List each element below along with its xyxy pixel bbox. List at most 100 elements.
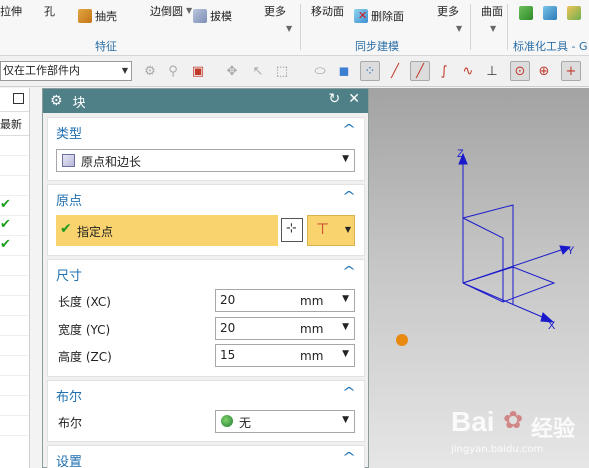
block-dialog: ⚙ 块 ↻ ✕ 类型 ^ 原点和边长 ▼ 原点 ^ ✔ 指定点 ⊹ ⊤ ▼ 尺寸… bbox=[42, 88, 369, 468]
maximize-icon[interactable] bbox=[13, 93, 24, 104]
close-icon[interactable]: ✕ bbox=[348, 91, 360, 107]
filter-icon[interactable]: ⚲ bbox=[163, 61, 183, 81]
snap-icon[interactable]: ⚙ bbox=[140, 61, 160, 81]
type-select[interactable]: 原点和边长 ▼ bbox=[56, 149, 355, 172]
chevron-down-icon[interactable]: ▼ bbox=[456, 24, 462, 33]
snap-points-icon[interactable]: ⁘ bbox=[360, 61, 380, 81]
reset-icon[interactable]: ↻ bbox=[329, 91, 341, 107]
list-item[interactable] bbox=[0, 256, 29, 276]
list-item[interactable] bbox=[0, 176, 29, 196]
spline-snap-icon[interactable]: ∿ bbox=[458, 61, 478, 81]
section-dimensions: 尺寸 ^ 长度 (XC) 20 mm ▼ 宽度 (YC) 20 mm ▼ 高度 … bbox=[47, 259, 365, 377]
section-settings: 设置 ^ bbox=[47, 445, 365, 468]
quadrant-snap-icon[interactable]: ⊕ bbox=[534, 61, 554, 81]
extrude-button[interactable]: 拉伸 bbox=[0, 3, 22, 19]
check-icon: ✔ bbox=[0, 197, 11, 212]
group-label-standard-tools: 标准化工具 - G bbox=[513, 40, 588, 53]
select-region-icon[interactable]: ▣ bbox=[188, 61, 208, 81]
shell-button[interactable]: 抽壳 bbox=[78, 8, 117, 24]
section-header-origin[interactable]: 原点 ^ bbox=[48, 185, 364, 211]
pointer-icon[interactable]: ↖ bbox=[248, 61, 268, 81]
group-label-feature: 特征 bbox=[95, 40, 117, 53]
part-navigator: 最新 ✔ ✔ ✔ bbox=[0, 88, 30, 468]
chevron-down-icon: ▼ bbox=[342, 415, 349, 425]
standard-tool-icon[interactable] bbox=[567, 6, 581, 20]
chevron-up-icon[interactable]: ^ bbox=[342, 450, 356, 464]
chevron-down-icon[interactable]: ▼ bbox=[186, 6, 192, 15]
eraser-icon[interactable]: ⬭ bbox=[310, 61, 330, 81]
standard-tool-icon[interactable] bbox=[543, 6, 557, 20]
origin-point-marker bbox=[396, 334, 408, 346]
section-header-boolean[interactable]: 布尔 ^ bbox=[48, 381, 364, 407]
delete-face-button[interactable]: ✕ 删除面 bbox=[354, 8, 404, 24]
standard-tool-icon[interactable] bbox=[519, 6, 533, 20]
chevron-down-icon: ▼ bbox=[342, 322, 349, 332]
list-item[interactable] bbox=[0, 416, 29, 436]
more-features-button[interactable]: 更多 bbox=[264, 3, 286, 19]
list-item[interactable] bbox=[0, 316, 29, 336]
list-item[interactable]: ✔ bbox=[0, 196, 29, 216]
list-item[interactable] bbox=[0, 136, 29, 156]
column-header-latest[interactable]: 最新 bbox=[0, 112, 29, 136]
hole-button[interactable]: 孔 bbox=[44, 3, 55, 19]
baidu-watermark: Bai ✿ 经验 jingyan.baidu.com bbox=[451, 406, 576, 455]
list-item[interactable] bbox=[0, 296, 29, 316]
gear-icon[interactable]: ⚙ bbox=[50, 93, 63, 109]
chevron-down-icon[interactable]: ▼ bbox=[286, 24, 292, 33]
pick-icon[interactable]: ✥ bbox=[222, 61, 242, 81]
list-item[interactable]: ✔ bbox=[0, 236, 29, 256]
surface-button[interactable]: 曲面 bbox=[481, 3, 503, 19]
paw-icon: ✿ bbox=[503, 406, 524, 434]
chevron-down-icon: ▼ bbox=[344, 225, 351, 234]
width-label: 宽度 (YC) bbox=[58, 323, 111, 337]
section-header-type[interactable]: 类型 ^ bbox=[48, 118, 364, 144]
chevron-up-icon[interactable]: ^ bbox=[342, 189, 356, 203]
draft-icon bbox=[193, 9, 207, 23]
curve-snap-icon[interactable]: ∫ bbox=[434, 61, 454, 81]
list-item[interactable]: ✔ bbox=[0, 216, 29, 236]
chevron-down-icon[interactable]: ▼ bbox=[490, 24, 496, 33]
list-item[interactable] bbox=[0, 156, 29, 176]
dialog-title: 块 bbox=[72, 95, 86, 111]
edge-blend-button[interactable]: 边倒圆 bbox=[150, 3, 183, 19]
specify-point-row[interactable]: ✔ 指定点 bbox=[56, 215, 278, 246]
xy-plane bbox=[462, 266, 556, 303]
y-axis-label: Y bbox=[567, 245, 575, 257]
list-item[interactable] bbox=[0, 396, 29, 416]
block-icon bbox=[62, 154, 75, 167]
shell-icon bbox=[78, 9, 92, 23]
group-label-sync-modeling: 同步建模 bbox=[355, 40, 399, 53]
chevron-up-icon[interactable]: ^ bbox=[342, 264, 356, 278]
section-header-dimensions[interactable]: 尺寸 ^ bbox=[48, 260, 364, 286]
yz-plane bbox=[462, 204, 514, 305]
selection-toolbar: 仅在工作部件内 ▼ ⚙ ⚲ ▣ ✥ ↖ ⬚ ⬭ ◼ ⁘ ╱ ╱ ∫ ∿ ⊥ ⊙ … bbox=[0, 56, 589, 87]
cube-icon[interactable]: ◼ bbox=[334, 61, 354, 81]
more-sync-button[interactable]: 更多 bbox=[437, 3, 459, 19]
move-face-button[interactable]: 移动面 bbox=[311, 3, 344, 19]
height-label: 高度 (ZC) bbox=[58, 350, 112, 364]
point-type-dropdown[interactable]: ⊤ ▼ bbox=[307, 215, 355, 246]
list-item[interactable] bbox=[0, 356, 29, 376]
list-item[interactable] bbox=[0, 336, 29, 356]
list-item[interactable] bbox=[0, 376, 29, 396]
draft-button[interactable]: 拔模 bbox=[193, 8, 232, 24]
ribbon-divider bbox=[300, 4, 301, 50]
boolean-select[interactable]: 无 ▼ bbox=[215, 410, 355, 433]
box-select-icon[interactable]: ⬚ bbox=[272, 61, 292, 81]
intersection-snap-icon[interactable]: ⊥ bbox=[482, 61, 502, 81]
line-snap-icon[interactable]: ╱ bbox=[385, 61, 405, 81]
section-header-settings[interactable]: 设置 ^ bbox=[48, 446, 364, 468]
section-origin: 原点 ^ ✔ 指定点 ⊹ ⊤ ▼ bbox=[47, 184, 365, 256]
list-item[interactable] bbox=[0, 276, 29, 296]
height-field[interactable]: 15 mm ▼ bbox=[215, 344, 355, 367]
length-field[interactable]: 20 mm ▼ bbox=[215, 289, 355, 312]
center-snap-icon[interactable]: ⊙ bbox=[510, 61, 530, 81]
point-snap-icon[interactable]: + bbox=[561, 61, 581, 81]
chevron-up-icon[interactable]: ^ bbox=[342, 385, 356, 399]
xz-plane bbox=[462, 217, 504, 302]
endpoint-snap-icon[interactable]: ╱ bbox=[410, 61, 430, 81]
scope-filter-select[interactable]: 仅在工作部件内 ▼ bbox=[0, 61, 132, 81]
point-dialog-button[interactable]: ⊹ bbox=[281, 218, 303, 242]
chevron-up-icon[interactable]: ^ bbox=[342, 122, 356, 136]
width-field[interactable]: 20 mm ▼ bbox=[215, 317, 355, 340]
